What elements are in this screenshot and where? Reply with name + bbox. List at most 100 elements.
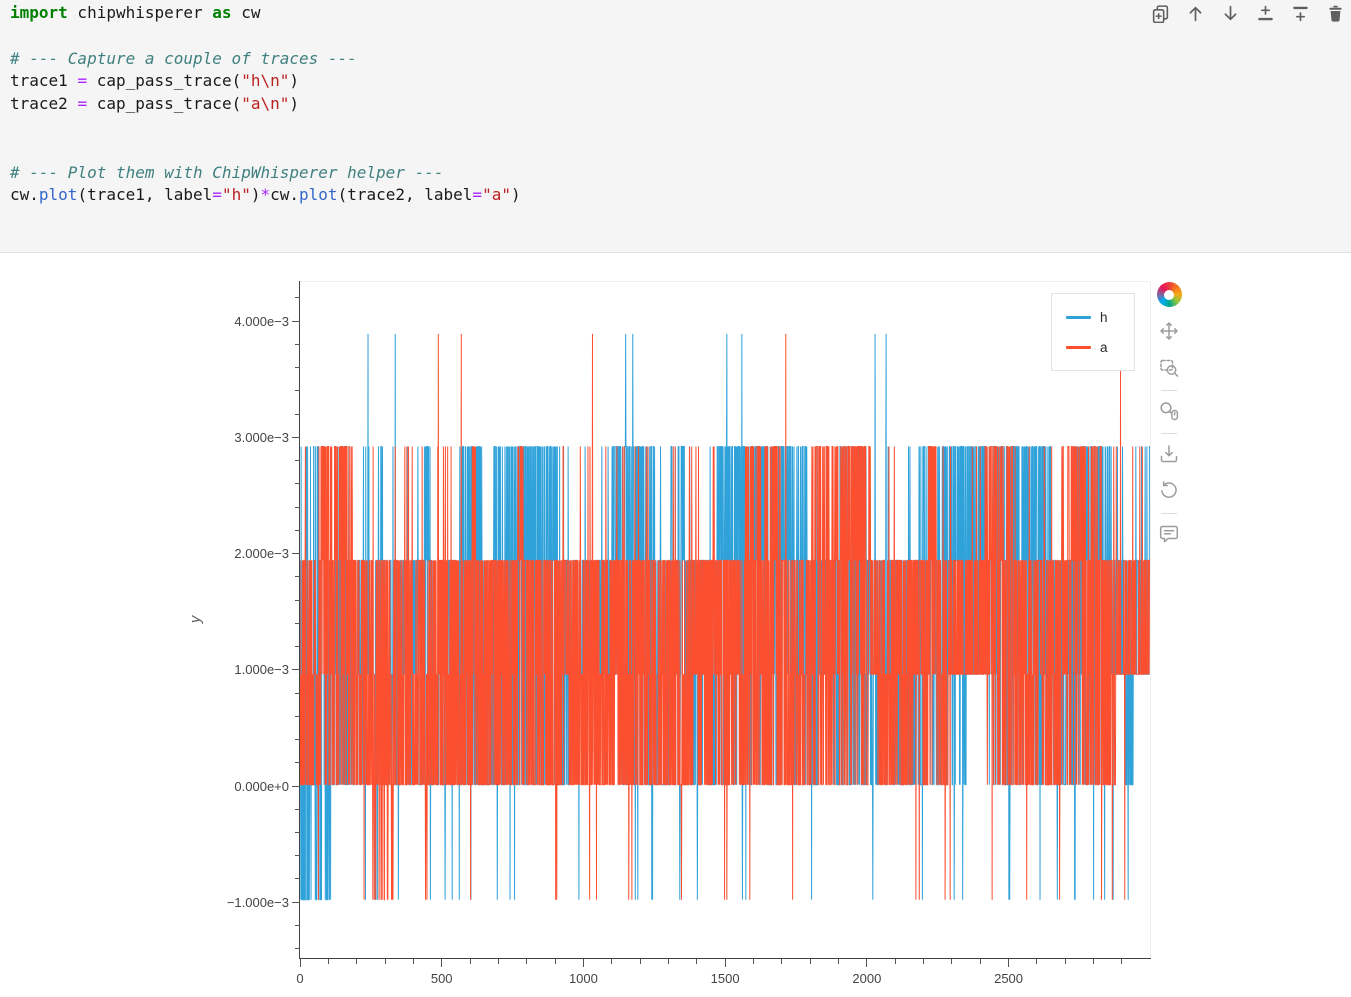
y-tick-label: 1.000e−3 [209,662,289,677]
reset-icon [1157,479,1181,506]
pan-icon [1157,319,1181,346]
x-minor-tick [385,959,386,964]
y-major-tick [292,321,300,322]
notebook-view: import chipwhisperer as cw​# --- Capture… [0,0,1351,997]
bokeh-logo-link[interactable] [1157,282,1182,307]
insert-cell-below-button[interactable] [1290,5,1310,25]
legend-item-h[interactable]: h [1066,310,1134,325]
x-minor-tick [668,959,669,964]
y-tick-label: 2.000e−3 [209,546,289,561]
y-minor-tick [295,809,300,810]
x-minor-tick [413,959,414,964]
bokeh-logo-icon [1157,282,1182,307]
save-tool-button[interactable] [1157,443,1181,467]
insert-cell-above-button[interactable] [1255,5,1275,25]
y-tick-label: 4.000e−3 [209,314,289,329]
duplicate-cell-button[interactable] [1150,5,1170,25]
x-minor-tick [555,959,556,964]
trash-icon [1326,4,1345,26]
legend-line-a [1066,346,1091,349]
x-minor-tick [696,959,697,964]
code-line: trace1 = cap_pass_trace("h\n") [10,70,521,93]
y-minor-tick [295,716,300,717]
y-major-tick [292,553,300,554]
legend-label-h: h [1100,310,1108,325]
toolbar-separator [1161,513,1177,514]
y-tick-label: 0.000e+0 [209,779,289,794]
code-cell[interactable]: import chipwhisperer as cw​# --- Capture… [0,0,1351,253]
x-major-tick [725,959,726,967]
x-minor-tick [810,959,811,964]
x-minor-tick [356,959,357,964]
wheel-zoom-tool-button[interactable] [1157,400,1181,424]
plot-frame[interactable]: h a [300,281,1151,959]
y-minor-tick [295,762,300,763]
code-line: trace2 = cap_pass_trace("a\n") [10,93,521,116]
code-editor[interactable]: import chipwhisperer as cw​# --- Capture… [10,2,521,207]
reset-tool-button[interactable] [1157,480,1181,504]
code-line: ​ [10,139,521,162]
x-minor-tick [526,959,527,964]
hover-tool-button[interactable] [1157,523,1181,547]
x-tick-label: 2000 [837,971,897,986]
y-minor-tick [295,367,300,368]
x-minor-tick [1036,959,1037,964]
legend-item-a[interactable]: a [1066,340,1134,355]
hover-tooltip-icon [1157,522,1181,549]
y-minor-tick [295,344,300,345]
y-minor-tick [295,948,300,949]
y-minor-tick [295,623,300,624]
x-minor-tick [781,959,782,964]
move-cell-down-button[interactable] [1220,5,1240,25]
x-minor-tick [895,959,896,964]
box-zoom-tool-button[interactable] [1157,357,1181,381]
plot-legend: h a [1051,293,1135,371]
y-minor-tick [295,576,300,577]
y-minor-tick [295,507,300,508]
y-major-tick [292,669,300,670]
y-minor-tick [295,297,300,298]
x-tick-label: 0 [270,971,330,986]
output-area: y h a [0,253,1351,997]
pan-tool-button[interactable] [1157,320,1181,344]
y-minor-tick [295,460,300,461]
x-tick-label: 2500 [979,971,1039,986]
code-line: cw.plot(trace1, label="h")*cw.plot(trace… [10,184,521,207]
download-icon [1157,442,1181,469]
code-line: # --- Capture a couple of traces --- [10,48,521,71]
x-major-tick [300,959,301,967]
x-minor-tick [328,959,329,964]
x-minor-tick [640,959,641,964]
plot-canvas[interactable] [300,282,1150,959]
insert-above-icon [1256,4,1275,26]
y-major-tick [292,437,300,438]
x-major-tick [1008,959,1009,967]
code-line: ​ [10,116,521,139]
x-minor-tick [470,959,471,964]
x-tick-label: 1500 [695,971,755,986]
code-line: ​ [10,25,521,48]
duplicate-cell-icon [1151,4,1170,26]
y-minor-tick [295,925,300,926]
cell-toolbar [1150,5,1345,25]
y-minor-tick [295,739,300,740]
toolbar-separator [1161,390,1177,391]
y-minor-tick [295,855,300,856]
x-minor-tick [1065,959,1066,964]
arrow-down-icon [1221,4,1240,26]
y-minor-tick [295,600,300,601]
y-minor-tick [295,390,300,391]
y-minor-tick [295,483,300,484]
y-minor-tick [295,646,300,647]
x-minor-tick [1121,959,1122,964]
delete-cell-button[interactable] [1325,5,1345,25]
x-tick-label: 1000 [553,971,613,986]
box-zoom-icon [1157,356,1181,383]
x-major-tick [441,959,442,967]
move-cell-up-button[interactable] [1185,5,1205,25]
code-line: # --- Plot them with ChipWhisperer helpe… [10,162,521,185]
x-minor-tick [753,959,754,964]
bokeh-toolbar [1154,282,1184,547]
x-minor-tick [611,959,612,964]
y-tick-label: 3.000e−3 [209,430,289,445]
